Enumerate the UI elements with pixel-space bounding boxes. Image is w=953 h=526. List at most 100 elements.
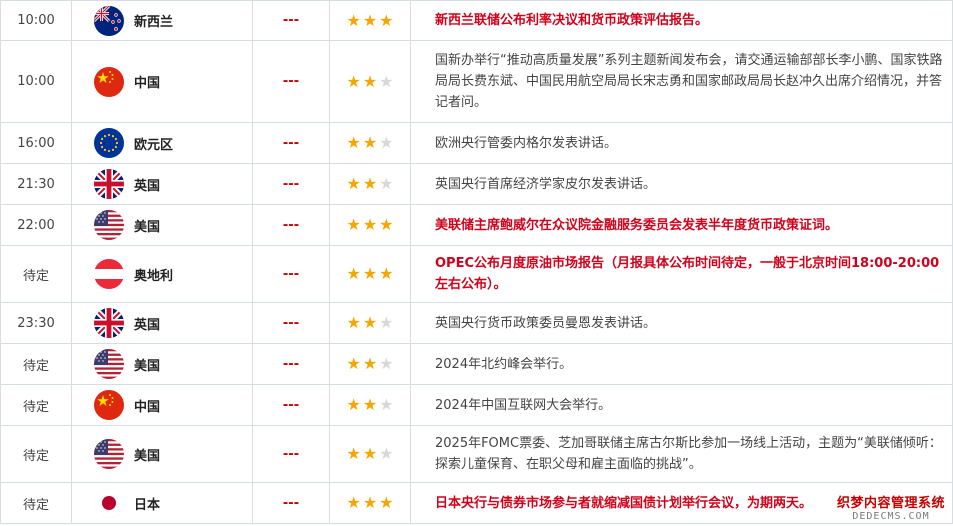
event-country: 欧元区: [134, 137, 174, 153]
event-description: 欧洲央行管委内格尔发表讲话。: [410, 122, 953, 164]
star-icon: ★: [379, 493, 394, 512]
event-country-cell: 英国: [71, 163, 253, 205]
star-icon: ★: [379, 174, 394, 193]
event-country: 美国: [134, 448, 161, 464]
event-importance: ---: [252, 302, 330, 344]
event-importance: ---: [252, 122, 330, 164]
event-importance: ---: [252, 204, 330, 246]
event-row: 21:30 英国 --- ★ ★ ★ 英国央行首席经济学家皮尔发表讲话。: [0, 163, 953, 205]
dedecms-watermark: 织梦内容管理系统 DEDECMS.COM: [837, 492, 945, 522]
event-country-cell: 欧元区: [71, 122, 253, 164]
star-icon: ★: [346, 395, 361, 414]
star-icon: ★: [346, 10, 361, 30]
event-country: 英国: [134, 178, 161, 194]
event-stars: ★ ★ ★: [329, 384, 411, 426]
star-icon: ★: [362, 313, 378, 332]
event-stars: ★ ★ ★: [329, 163, 411, 205]
event-row: 待定 中国 --- ★ ★ ★ 2024年中国互联网大会举行。: [0, 384, 953, 426]
us-flag-icon: [94, 210, 124, 240]
event-time: 待定: [0, 482, 72, 524]
event-stars: ★ ★ ★: [329, 425, 411, 483]
star-icon: ★: [379, 71, 394, 91]
event-row: 22:00 美国 --- ★ ★ ★ 美联储主席鲍威尔在众议院金融服务委员会发表半年度货币政…: [0, 204, 953, 246]
star-icon: ★: [346, 444, 361, 463]
star-icon: ★: [379, 133, 394, 152]
star-icon: ★: [379, 215, 394, 234]
us-flag-icon: [94, 439, 124, 469]
star-icon: ★: [379, 264, 394, 283]
watermark-line1: 织梦内容管理系统: [836, 496, 945, 511]
star-icon: ★: [379, 313, 394, 332]
nz-flag-icon: [94, 5, 124, 36]
event-description: 美联储主席鲍威尔在众议院金融服务委员会发表半年度货币政策证词。: [410, 204, 953, 246]
event-importance: ---: [252, 343, 330, 385]
star-icon: ★: [362, 10, 378, 30]
event-time: 10:00: [0, 0, 72, 41]
event-time: 21:30: [0, 163, 72, 205]
star-icon: ★: [379, 10, 394, 30]
event-description: 国新办举行“推动高质量发展”系列主题新闻发布会，请交通运输部部长李小鹏、国家铁路…: [410, 40, 953, 123]
star-icon: ★: [362, 444, 378, 463]
event-country-cell: 日本: [71, 482, 253, 524]
star-icon: ★: [346, 133, 361, 152]
event-stars: ★ ★ ★: [329, 122, 411, 164]
star-icon: ★: [346, 264, 361, 283]
event-time: 待定: [0, 343, 72, 385]
china-flag-icon: [94, 390, 124, 420]
economic-calendar-table: 10:00 新西兰 --- ★ ★ ★ 新西兰联储公布利率决议和货币政策评估报告。 10:00…: [0, 0, 953, 524]
star-icon: ★: [346, 313, 361, 332]
us-flag-icon: [94, 349, 124, 379]
star-icon: ★: [362, 493, 378, 512]
event-country: 美国: [134, 358, 161, 374]
event-country: 奥地利: [134, 268, 174, 284]
event-time: 待定: [0, 245, 72, 303]
star-icon: ★: [346, 354, 361, 373]
event-importance: ---: [252, 163, 330, 205]
event-country-cell: 美国: [71, 204, 253, 246]
event-time: 23:30: [0, 302, 72, 344]
star-icon: ★: [362, 174, 378, 193]
event-importance: ---: [252, 245, 330, 303]
event-row: 10:00 中国 --- ★ ★ ★ 国新办举行“推动高质量发展”系列主题新闻发布会，请交通…: [0, 40, 953, 123]
event-time: 待定: [0, 384, 72, 426]
event-importance: ---: [252, 425, 330, 483]
eu-flag-icon: [94, 128, 124, 158]
event-stars: ★ ★ ★: [329, 204, 411, 246]
event-country-cell: 新西兰: [71, 0, 253, 41]
event-time: 16:00: [0, 122, 72, 164]
event-description: 英国央行货币政策委员曼恩发表讲话。: [410, 302, 953, 344]
event-importance: ---: [252, 40, 330, 123]
star-icon: ★: [379, 444, 394, 463]
star-icon: ★: [362, 71, 378, 91]
event-stars: ★ ★ ★: [329, 40, 411, 123]
watermark-line2: DEDECMS.COM: [852, 511, 930, 522]
event-country: 中国: [134, 76, 161, 91]
event-country-cell: 美国: [71, 425, 253, 483]
star-icon: ★: [346, 493, 361, 512]
event-importance: ---: [252, 0, 330, 41]
event-country-cell: 美国: [71, 343, 253, 385]
event-stars: ★ ★ ★: [329, 302, 411, 344]
event-description: 英国央行首席经济学家皮尔发表讲话。: [410, 163, 953, 205]
event-importance: ---: [252, 482, 330, 524]
event-country: 中国: [134, 399, 161, 415]
event-description: 2025年FOMC票委、芝加哥联储主席古尔斯比参加一场线上活动，主题为“美联储倾…: [410, 425, 953, 483]
event-country: 新西兰: [134, 15, 174, 30]
event-description: 2024年中国互联网大会举行。: [410, 384, 953, 426]
event-country-cell: 中国: [71, 40, 253, 123]
uk-flag-icon: [94, 169, 124, 199]
uk-flag-icon: [94, 308, 124, 338]
event-row: 待定 美国 --- ★ ★ ★ 2025年FOMC票委、芝加哥联储主席古尔斯比参加一场线上活…: [0, 425, 953, 483]
event-stars: ★ ★ ★: [329, 245, 411, 303]
japan-flag-icon: [94, 488, 124, 518]
event-description: OPEC公布月度原油市场报告（月报具体公布时间待定，一般于北京时间18:00-2…: [410, 245, 953, 303]
event-row: 待定 美国 --- ★ ★ ★ 2024年北约峰会举行。: [0, 343, 953, 385]
star-icon: ★: [362, 133, 378, 152]
event-country: 日本: [134, 497, 161, 513]
event-stars: ★ ★ ★: [329, 343, 411, 385]
event-country: 美国: [134, 219, 161, 235]
event-row: 待定 日本 --- ★ ★ ★ 日本央行与债券市场参与者就缩减国债计划举行会议，为期两天。: [0, 482, 953, 524]
event-country-cell: 中国: [71, 384, 253, 426]
event-stars: ★ ★ ★: [329, 0, 411, 41]
event-time: 待定: [0, 425, 72, 483]
